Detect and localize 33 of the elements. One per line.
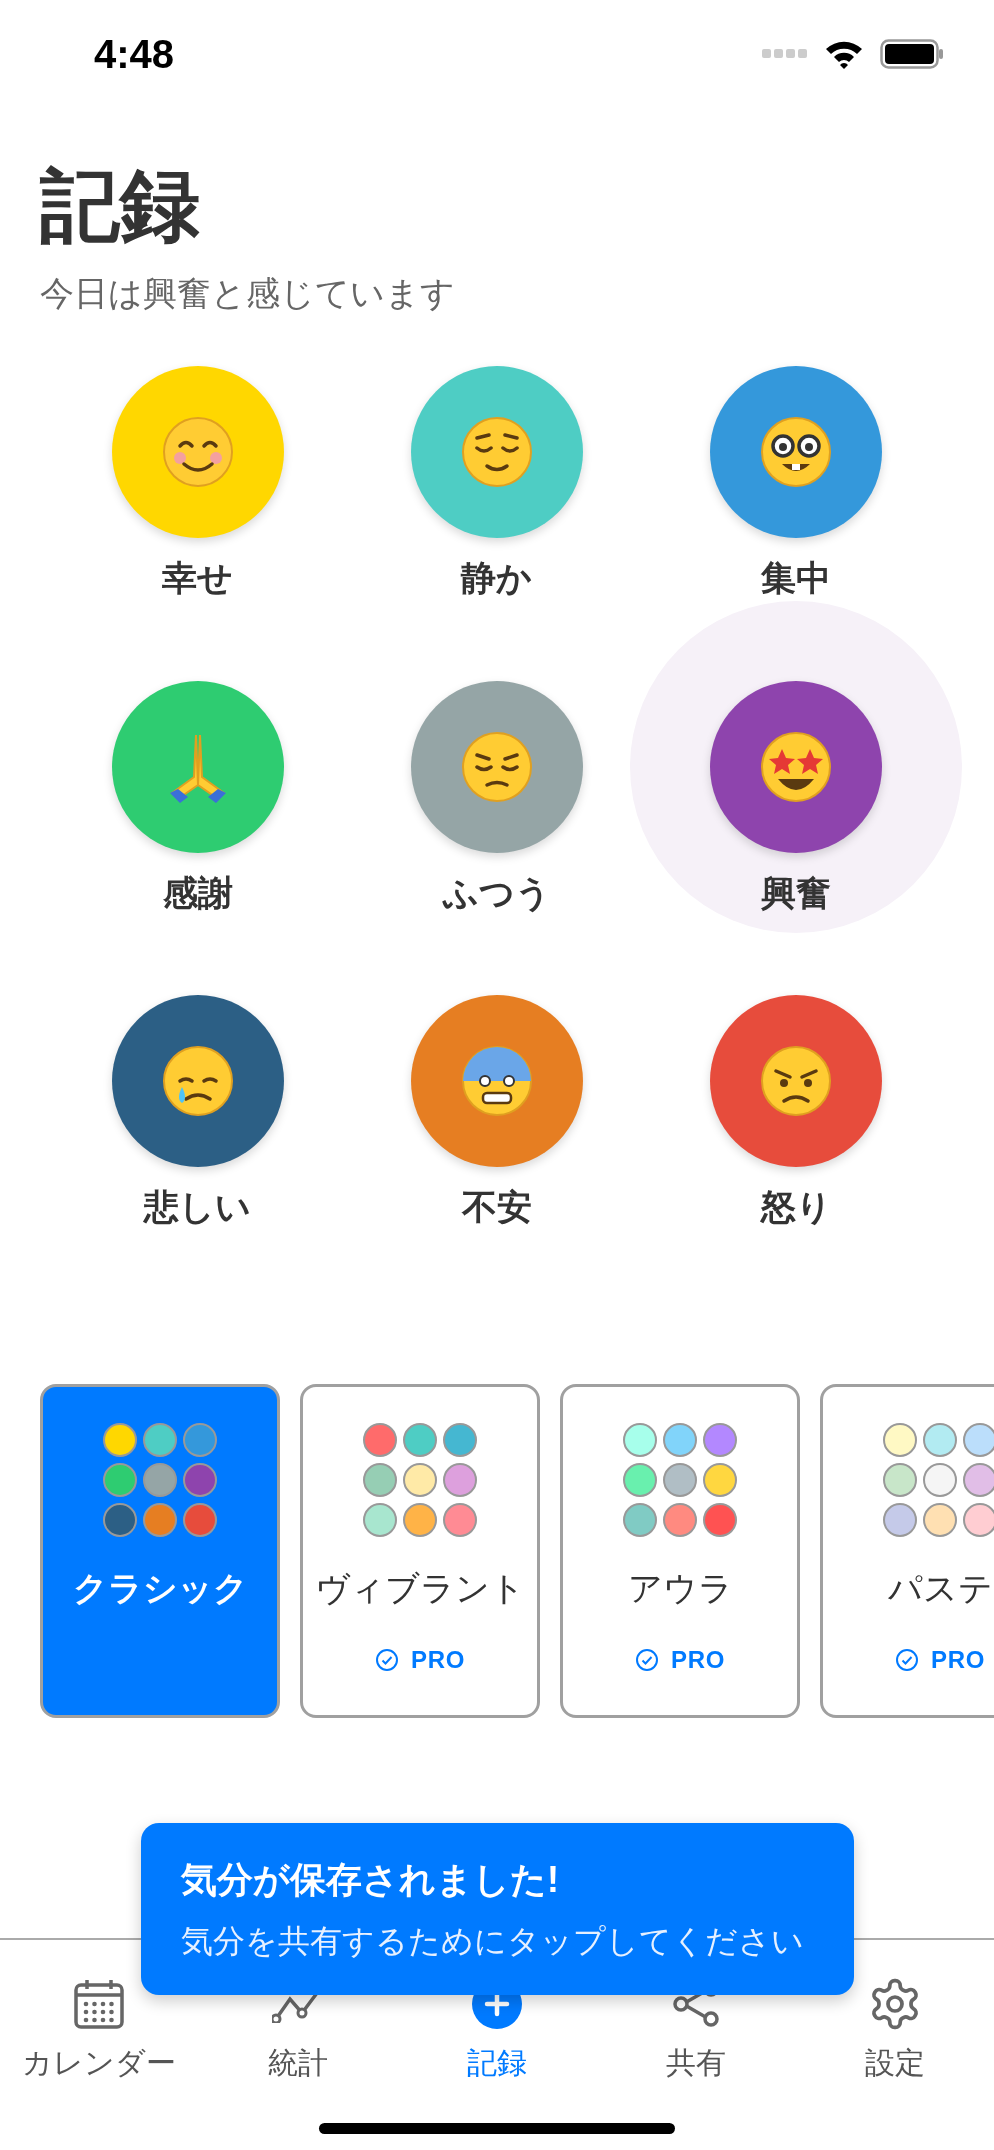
page-subtitle: 今日は興奮と感じています — [40, 273, 455, 314]
pro-label: PRO — [671, 1644, 725, 1675]
mood-label: 感謝 — [162, 871, 233, 914]
palette-card[interactable]: クラシック — [40, 1383, 280, 1718]
saved-toast[interactable]: 気分が保存されました! 気分を共有するためにタップしてください — [141, 1823, 854, 1995]
mood-label: ふつう — [443, 871, 551, 915]
status-time: 4:48 — [94, 31, 175, 78]
palette-name: パステ — [887, 1567, 993, 1609]
signal-icon — [762, 49, 808, 59]
check-circle-icon — [895, 1647, 920, 1672]
mood-label: 静か — [461, 557, 533, 599]
wifi-icon — [824, 39, 864, 69]
page-title: 記録 — [40, 166, 200, 246]
palette-card[interactable]: ヴィブラント PRO — [300, 1383, 540, 1718]
mood-label: 不安 — [462, 1186, 532, 1228]
battery-icon — [880, 39, 944, 69]
toast-title: 気分が保存されました! — [181, 1858, 559, 1902]
palette-name: ヴィブラント — [315, 1567, 525, 1609]
check-circle-icon — [375, 1647, 400, 1672]
palette-name: アウラ — [627, 1567, 733, 1609]
palette-card[interactable]: パステ PRO — [820, 1383, 994, 1718]
pro-label: PRO — [411, 1644, 465, 1675]
mood-label: 幸せ — [162, 557, 234, 599]
calendar-icon — [72, 1977, 127, 2031]
pro-label: PRO — [931, 1644, 985, 1675]
mood-label: 悲しい — [144, 1186, 252, 1228]
check-circle-icon — [635, 1647, 660, 1672]
mood-label: 興奮 — [761, 871, 832, 914]
mood-label: 集中 — [761, 557, 832, 599]
palette-name: クラシック — [72, 1567, 248, 1609]
mood-label: 怒り — [760, 1186, 832, 1228]
toast-message: 気分を共有するためにタップしてください — [181, 1922, 804, 1961]
palette-card[interactable]: アウラ PRO — [560, 1383, 800, 1718]
